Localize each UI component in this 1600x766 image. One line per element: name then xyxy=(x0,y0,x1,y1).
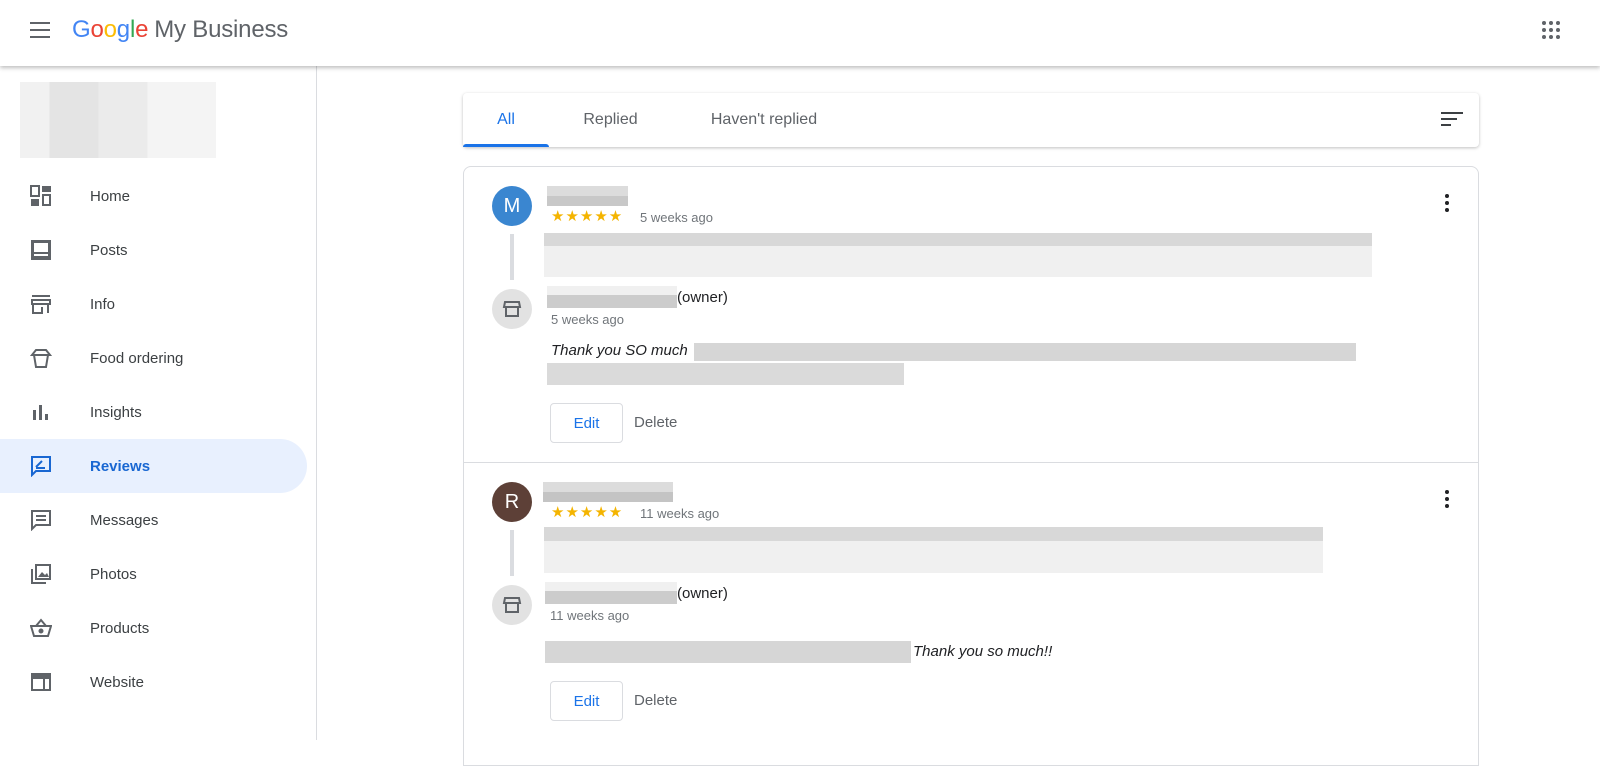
posts-icon xyxy=(29,238,53,262)
rate-review-icon xyxy=(29,454,53,478)
sidebar-item-products[interactable]: Products xyxy=(0,601,307,655)
delete-reply-button[interactable]: Delete xyxy=(634,403,677,443)
avatar: M xyxy=(492,186,532,226)
review-text-redacted xyxy=(544,527,1323,573)
apps-grid-icon[interactable] xyxy=(1542,21,1560,39)
review-time: 5 weeks ago xyxy=(640,210,713,225)
review-item: M ★★★★★ 5 weeks ago (owner) 5 weeks ago … xyxy=(464,167,1478,462)
sidebar-item-reviews[interactable]: Reviews xyxy=(0,439,307,493)
logo[interactable]: Google My Business xyxy=(72,16,288,44)
dashboard-icon xyxy=(29,184,53,208)
sidebar-item-food-ordering[interactable]: Food ordering xyxy=(0,331,307,385)
store-icon xyxy=(29,292,53,316)
star-rating: ★★★★★ xyxy=(551,208,624,225)
sidebar: Home Posts Info Food ordering Insights R… xyxy=(0,66,317,740)
google-wordmark: Google xyxy=(72,16,149,43)
review-text-redacted xyxy=(544,233,1372,277)
tab-replied[interactable]: Replied xyxy=(563,93,658,147)
owner-label: (owner) xyxy=(677,289,728,306)
edit-reply-button[interactable]: Edit xyxy=(550,403,623,443)
store-icon xyxy=(492,585,532,625)
tab-all[interactable]: All xyxy=(463,93,549,147)
bar-chart-icon xyxy=(29,400,53,424)
sidebar-nav: Home Posts Info Food ordering Insights R… xyxy=(0,169,307,709)
thread-line xyxy=(510,234,514,280)
web-icon xyxy=(29,670,53,694)
star-rating: ★★★★★ xyxy=(551,504,624,521)
review-filter-tabs: All Replied Haven't replied xyxy=(463,93,1479,147)
reply-text-redacted xyxy=(545,641,911,663)
reply-time: 5 weeks ago xyxy=(551,312,624,327)
sidebar-item-messages[interactable]: Messages xyxy=(0,493,307,547)
basket-icon xyxy=(29,616,53,640)
business-name-redacted xyxy=(20,82,216,158)
sidebar-item-insights[interactable]: Insights xyxy=(0,385,307,439)
reply-text: Thank you SO much xyxy=(551,342,688,359)
sort-icon[interactable] xyxy=(1441,112,1463,128)
sidebar-item-home[interactable]: Home xyxy=(0,169,307,223)
store-icon xyxy=(492,289,532,329)
review-list: M ★★★★★ 5 weeks ago (owner) 5 weeks ago … xyxy=(463,166,1479,766)
reply-time: 11 weeks ago xyxy=(550,608,630,623)
thread-line xyxy=(510,530,514,576)
owner-name-redacted xyxy=(547,286,677,308)
sidebar-item-photos[interactable]: Photos xyxy=(0,547,307,601)
photo-library-icon xyxy=(29,562,53,586)
sidebar-item-website[interactable]: Website xyxy=(0,655,307,709)
app-header: Google My Business xyxy=(0,0,1600,66)
more-options-icon[interactable] xyxy=(1444,194,1450,212)
menu-icon[interactable] xyxy=(30,22,50,38)
sidebar-item-info[interactable]: Info xyxy=(0,277,307,331)
tab-havent-replied[interactable]: Haven't replied xyxy=(689,93,839,147)
owner-name-redacted xyxy=(545,582,677,604)
product-name: My Business xyxy=(154,16,289,43)
review-time: 11 weeks ago xyxy=(640,506,720,521)
reply-text-redacted xyxy=(694,343,1356,361)
owner-label: (owner) xyxy=(677,585,728,602)
edit-reply-button[interactable]: Edit xyxy=(550,681,623,721)
sidebar-item-posts[interactable]: Posts xyxy=(0,223,307,277)
reply-text: Thank you so much!! xyxy=(913,643,1053,660)
avatar: R xyxy=(492,482,532,522)
takeout-box-icon xyxy=(29,346,53,370)
more-options-icon[interactable] xyxy=(1444,490,1450,508)
message-icon xyxy=(29,508,53,532)
reply-text-redacted xyxy=(547,363,904,385)
review-item: R ★★★★★ 11 weeks ago (owner) 11 weeks ag… xyxy=(464,462,1478,757)
reviewer-name-redacted xyxy=(547,186,628,206)
reviewer-name-redacted xyxy=(543,482,673,502)
delete-reply-button[interactable]: Delete xyxy=(634,681,677,721)
